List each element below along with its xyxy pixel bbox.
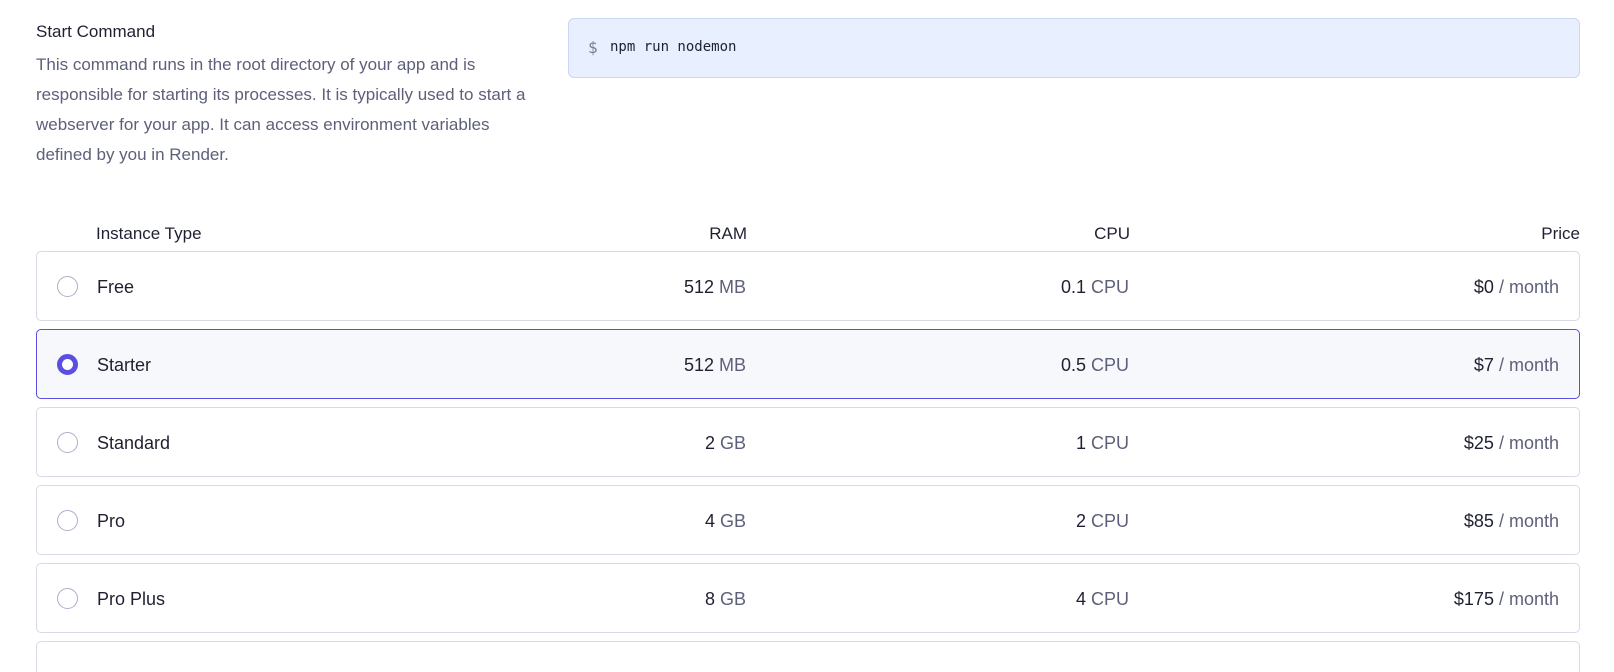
start-command-title: Start Command — [36, 22, 156, 41]
instance-name: Pro — [97, 511, 126, 531]
instance-name: Starter — [97, 355, 152, 375]
ram-value: 2 GB — [704, 433, 746, 453]
ram-value: 4 GB — [704, 511, 746, 531]
cpu-value: 4 CPU — [1075, 589, 1129, 609]
header-price: Price — [1541, 224, 1580, 243]
header-instance-type: Instance Type — [96, 224, 202, 243]
ram-value: 512 MB — [683, 277, 746, 297]
radio-button[interactable] — [57, 510, 78, 531]
header-ram: RAM — [709, 224, 747, 243]
instance-row-pro-plus[interactable]: Pro Plus 8 GB 4 CPU $175 / month — [36, 563, 1580, 633]
instance-name: Free — [97, 277, 135, 297]
price-value: $85 / month — [1463, 511, 1559, 531]
price-value: $175 / month — [1453, 589, 1559, 609]
ram-value: 8 GB — [704, 589, 746, 609]
cpu-value: 2 CPU — [1075, 511, 1129, 531]
instance-name: Pro Plus — [97, 589, 166, 609]
start-command-value[interactable]: npm run nodemon — [610, 39, 736, 55]
dollar-prompt-icon: $ — [588, 38, 598, 57]
start-command-description: This command runs in the root directory … — [36, 55, 526, 164]
price-value: $25 / month — [1463, 433, 1559, 453]
ram-value: 512 MB — [683, 355, 746, 375]
cpu-value: 1 CPU — [1075, 433, 1129, 453]
price-value: $0 / month — [1473, 277, 1559, 297]
start-command-input[interactable]: $ npm run nodemon — [568, 18, 1580, 78]
start-command-section: Start Command This command runs in the r… — [36, 18, 1584, 172]
instance-row-partial[interactable] — [36, 641, 1580, 672]
instance-row-pro[interactable]: Pro 4 GB 2 CPU $85 / month — [36, 485, 1580, 555]
radio-button[interactable] — [57, 354, 78, 375]
instance-row-standard[interactable]: Standard 2 GB 1 CPU $25 / month — [36, 407, 1580, 477]
instance-config-page: Start Command This command runs in the r… — [0, 0, 1614, 672]
radio-button[interactable] — [57, 588, 78, 609]
radio-button[interactable] — [57, 276, 78, 297]
instance-table-header: Instance Type RAM CPU Price — [36, 224, 1580, 248]
cpu-value: 0.5 CPU — [1060, 355, 1129, 375]
instance-row-starter[interactable]: Starter 512 MB 0.5 CPU $7 / month — [36, 329, 1580, 399]
instance-name: Standard — [97, 433, 171, 453]
instance-row-free[interactable]: Free 512 MB 0.1 CPU $0 / month — [36, 251, 1580, 321]
radio-button[interactable] — [57, 432, 78, 453]
cpu-value: 0.1 CPU — [1060, 277, 1129, 297]
header-cpu: CPU — [1094, 224, 1130, 243]
price-value: $7 / month — [1473, 355, 1559, 375]
